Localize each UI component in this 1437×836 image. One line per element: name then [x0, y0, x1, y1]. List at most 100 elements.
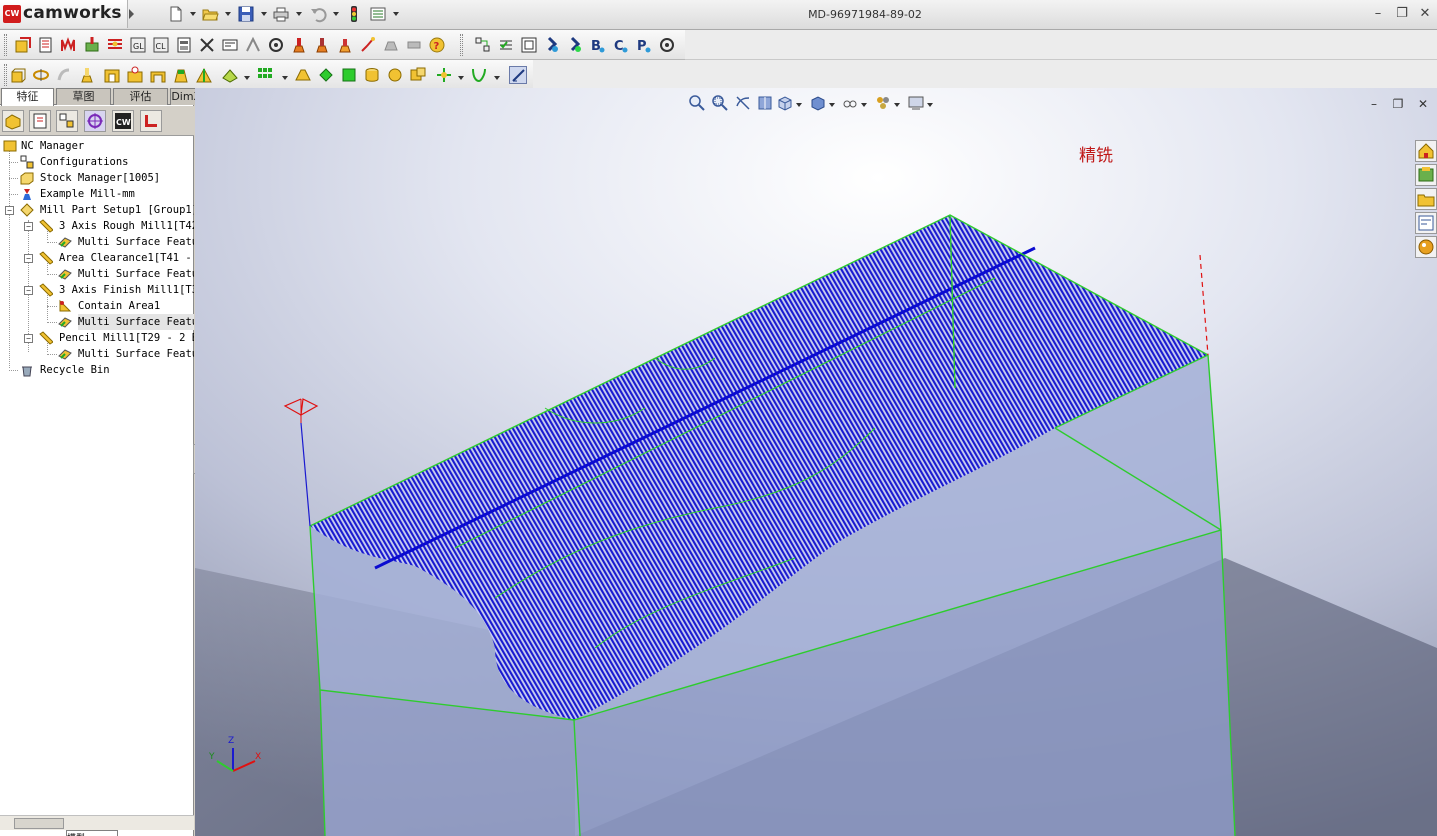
camworks-feature-tree-icon[interactable] — [84, 110, 106, 132]
print-dropdown-icon[interactable] — [296, 12, 302, 16]
toolbar-grip[interactable] — [460, 34, 463, 56]
shell-icon[interactable] — [149, 66, 167, 84]
hide-show-dropdown-icon[interactable] — [861, 103, 867, 107]
collapse-toggle[interactable]: − — [24, 334, 33, 343]
dome-icon[interactable] — [363, 66, 381, 84]
insert-feature-icon[interactable] — [221, 36, 239, 54]
undo-dropdown-icon[interactable] — [333, 12, 339, 16]
camworks-operation-tree-icon[interactable]: CW — [112, 110, 134, 132]
help-icon[interactable]: ? — [428, 36, 446, 54]
options-dropdown-icon[interactable] — [393, 12, 399, 16]
setup-sheet-icon[interactable] — [175, 36, 193, 54]
tree-horizontal-scrollbar[interactable] — [0, 815, 194, 830]
generate-operation-plan-icon[interactable] — [37, 36, 55, 54]
contour-mill-icon[interactable]: C — [612, 36, 630, 54]
step-through-toolpath-icon[interactable] — [106, 36, 124, 54]
edit-appearance-icon[interactable] — [874, 94, 892, 112]
collapse-toggle[interactable]: − — [5, 206, 14, 215]
minimize-button[interactable]: – — [1370, 6, 1386, 22]
machine-icon[interactable] — [290, 36, 308, 54]
reference-geometry-dropdown-icon[interactable] — [244, 76, 250, 80]
operation-tree-icon[interactable] — [497, 36, 515, 54]
rough-mill-icon[interactable] — [543, 36, 561, 54]
featuremanager-icon[interactable] — [2, 110, 24, 132]
reference-geometry-icon[interactable] — [221, 66, 239, 84]
zoom-to-fit-icon[interactable] — [688, 94, 706, 112]
graphics-viewport[interactable]: Z X Y – ❐ ✕ 精铣 — [195, 88, 1437, 836]
model-tab[interactable]: 模型 — [66, 830, 118, 836]
extrude-icon[interactable] — [9, 66, 27, 84]
view-orientation-icon[interactable] — [776, 94, 794, 112]
close-button[interactable]: ✕ — [1417, 6, 1433, 22]
display-style-dropdown-icon[interactable] — [829, 103, 835, 107]
hole-wizard-icon[interactable] — [126, 66, 144, 84]
menu-expand-arrow-icon[interactable] — [129, 9, 134, 19]
tool-crib-icon[interactable] — [313, 36, 331, 54]
viewport-restore-button[interactable]: ❐ — [1391, 97, 1405, 111]
linear-pattern-icon[interactable] — [256, 66, 274, 84]
open-icon[interactable] — [201, 5, 221, 23]
save-dropdown-icon[interactable] — [261, 12, 267, 16]
simulate-toolpath-icon[interactable] — [83, 36, 101, 54]
toolpath-tree-icon[interactable] — [520, 36, 538, 54]
sketch-icon[interactable] — [509, 66, 527, 84]
draft-icon[interactable] — [172, 66, 190, 84]
pattern-project-icon[interactable]: P — [635, 36, 653, 54]
generate-toolpath-icon[interactable] — [60, 36, 78, 54]
cut-extrude-icon[interactable] — [103, 66, 121, 84]
tech-db-icon[interactable] — [267, 36, 285, 54]
view-settings-icon[interactable] — [907, 94, 925, 112]
task-pane-home-icon[interactable] — [1415, 140, 1437, 162]
revolve-icon[interactable] — [32, 66, 50, 84]
extract-machinable-features-icon[interactable] — [14, 36, 32, 54]
view-orientation-dropdown-icon[interactable] — [796, 103, 802, 107]
view-settings-dropdown-icon[interactable] — [927, 103, 933, 107]
tab-evaluate[interactable]: 评估 — [113, 88, 168, 105]
stock-icon[interactable] — [336, 36, 354, 54]
parameters-icon[interactable] — [244, 36, 262, 54]
collapse-toggle[interactable]: − — [24, 286, 33, 295]
restore-button[interactable]: ❐ — [1394, 6, 1410, 22]
save-icon[interactable] — [237, 5, 257, 23]
print-icon[interactable] — [272, 5, 292, 23]
camworks-toolpath-tree-icon[interactable] — [140, 110, 162, 132]
instant3d-icon[interactable] — [435, 66, 453, 84]
collapse-toggle[interactable]: − — [24, 222, 33, 231]
task-pane-file-explorer-icon[interactable] — [1415, 188, 1437, 210]
pencil-mill-icon[interactable]: B — [589, 36, 607, 54]
flex-icon[interactable] — [340, 66, 358, 84]
rebuild-icon[interactable] — [345, 5, 365, 23]
collapse-toggle[interactable]: − — [24, 254, 33, 263]
combine-icon[interactable] — [409, 66, 427, 84]
post-process-icon[interactable]: CL — [152, 36, 170, 54]
new-dropdown-icon[interactable] — [190, 12, 196, 16]
viewport-minimize-button[interactable]: – — [1367, 97, 1381, 111]
rib-icon[interactable] — [195, 66, 213, 84]
curves-icon[interactable] — [470, 66, 488, 84]
disabled-tool-icon[interactable] — [382, 36, 400, 54]
previous-view-icon[interactable] — [734, 94, 752, 112]
coordinate-system-icon[interactable] — [359, 36, 377, 54]
configurationmanager-icon[interactable] — [56, 110, 78, 132]
options-icon[interactable] — [369, 5, 389, 23]
open-dropdown-icon[interactable] — [225, 12, 231, 16]
tab-features[interactable]: 特征 — [1, 88, 54, 106]
curves-dropdown-icon[interactable] — [494, 76, 500, 80]
zoom-to-area-icon[interactable] — [711, 94, 729, 112]
clear-data-icon[interactable] — [198, 36, 216, 54]
hide-show-items-icon[interactable] — [841, 94, 859, 112]
section-view-icon[interactable] — [756, 94, 774, 112]
loft-icon[interactable] — [294, 66, 312, 84]
camworks-menu-button[interactable]: CW camworks — [0, 0, 128, 28]
instant3d-dropdown-icon[interactable] — [458, 76, 464, 80]
toolbar-grip[interactable] — [4, 34, 7, 56]
disabled-option-icon[interactable] — [405, 36, 423, 54]
toolbar-grip[interactable] — [4, 64, 7, 86]
settings-icon[interactable] — [658, 36, 676, 54]
tab-sketch[interactable]: 草图 — [56, 88, 111, 105]
edit-appearance-dropdown-icon[interactable] — [894, 103, 900, 107]
wrap-icon[interactable] — [386, 66, 404, 84]
save-cl-file-icon[interactable]: GL — [129, 36, 147, 54]
task-pane-view-palette-icon[interactable] — [1415, 212, 1437, 234]
undo-icon[interactable] — [309, 5, 329, 23]
